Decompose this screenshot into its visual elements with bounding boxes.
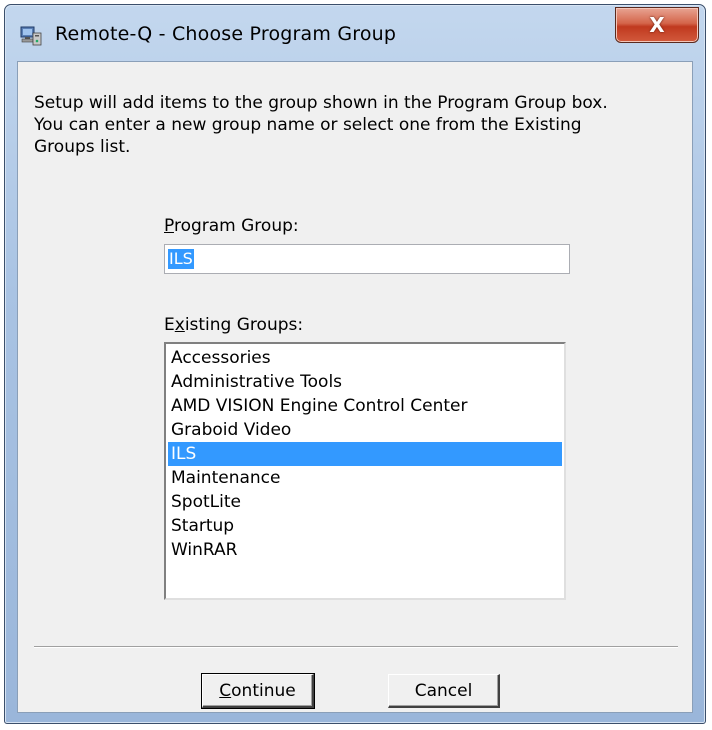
separator-line	[34, 646, 678, 648]
label-text: rogram Group:	[173, 216, 299, 236]
list-item[interactable]: Maintenance	[168, 466, 562, 490]
instructions-text: Setup will add items to the group shown …	[34, 92, 674, 158]
continue-button[interactable]: Continue	[201, 673, 315, 709]
list-item[interactable]: Graboid Video	[168, 418, 562, 442]
setup-computer-icon	[19, 25, 43, 47]
list-item[interactable]: ILS	[168, 442, 562, 466]
close-button[interactable]: X	[615, 7, 699, 43]
window-title: Remote-Q - Choose Program Group	[55, 23, 397, 45]
existing-groups-label: Existing Groups:	[164, 315, 303, 335]
label-text: E	[164, 315, 175, 335]
list-item[interactable]: Administrative Tools	[168, 370, 562, 394]
instructions-line: Groups list.	[34, 137, 131, 157]
button-label: Cancel	[414, 680, 473, 701]
list-item[interactable]: Startup	[168, 514, 562, 538]
instructions-line: You can enter a new group name or select…	[34, 115, 582, 135]
accelerator-key: x	[174, 315, 185, 335]
list-item[interactable]: Accessories	[168, 346, 562, 370]
title-bar[interactable]: Remote-Q - Choose Program Group X	[5, 5, 705, 61]
program-group-label: Program Group:	[164, 216, 299, 236]
program-group-value: ILS	[168, 249, 194, 269]
list-item[interactable]: AMD VISION Engine Control Center	[168, 394, 562, 418]
list-item[interactable]: WinRAR	[168, 538, 562, 562]
existing-groups-listbox[interactable]: Accessories Administrative Tools AMD VISIO…	[164, 342, 566, 600]
dialog-window: Remote-Q - Choose Program Group X Setup …	[4, 4, 706, 724]
label-text: isting Groups:	[184, 315, 304, 335]
program-group-input[interactable]: ILS	[164, 244, 570, 274]
instructions-line: Setup will add items to the group shown …	[34, 93, 608, 113]
close-icon: X	[649, 13, 665, 37]
accelerator-key: P	[164, 216, 174, 236]
button-label: ontinue	[231, 680, 296, 701]
accelerator-key: C	[219, 680, 232, 701]
list-item[interactable]: SpotLite	[168, 490, 562, 514]
dialog-client-area: Setup will add items to the group shown …	[17, 61, 693, 713]
cancel-button[interactable]: Cancel	[388, 674, 500, 708]
